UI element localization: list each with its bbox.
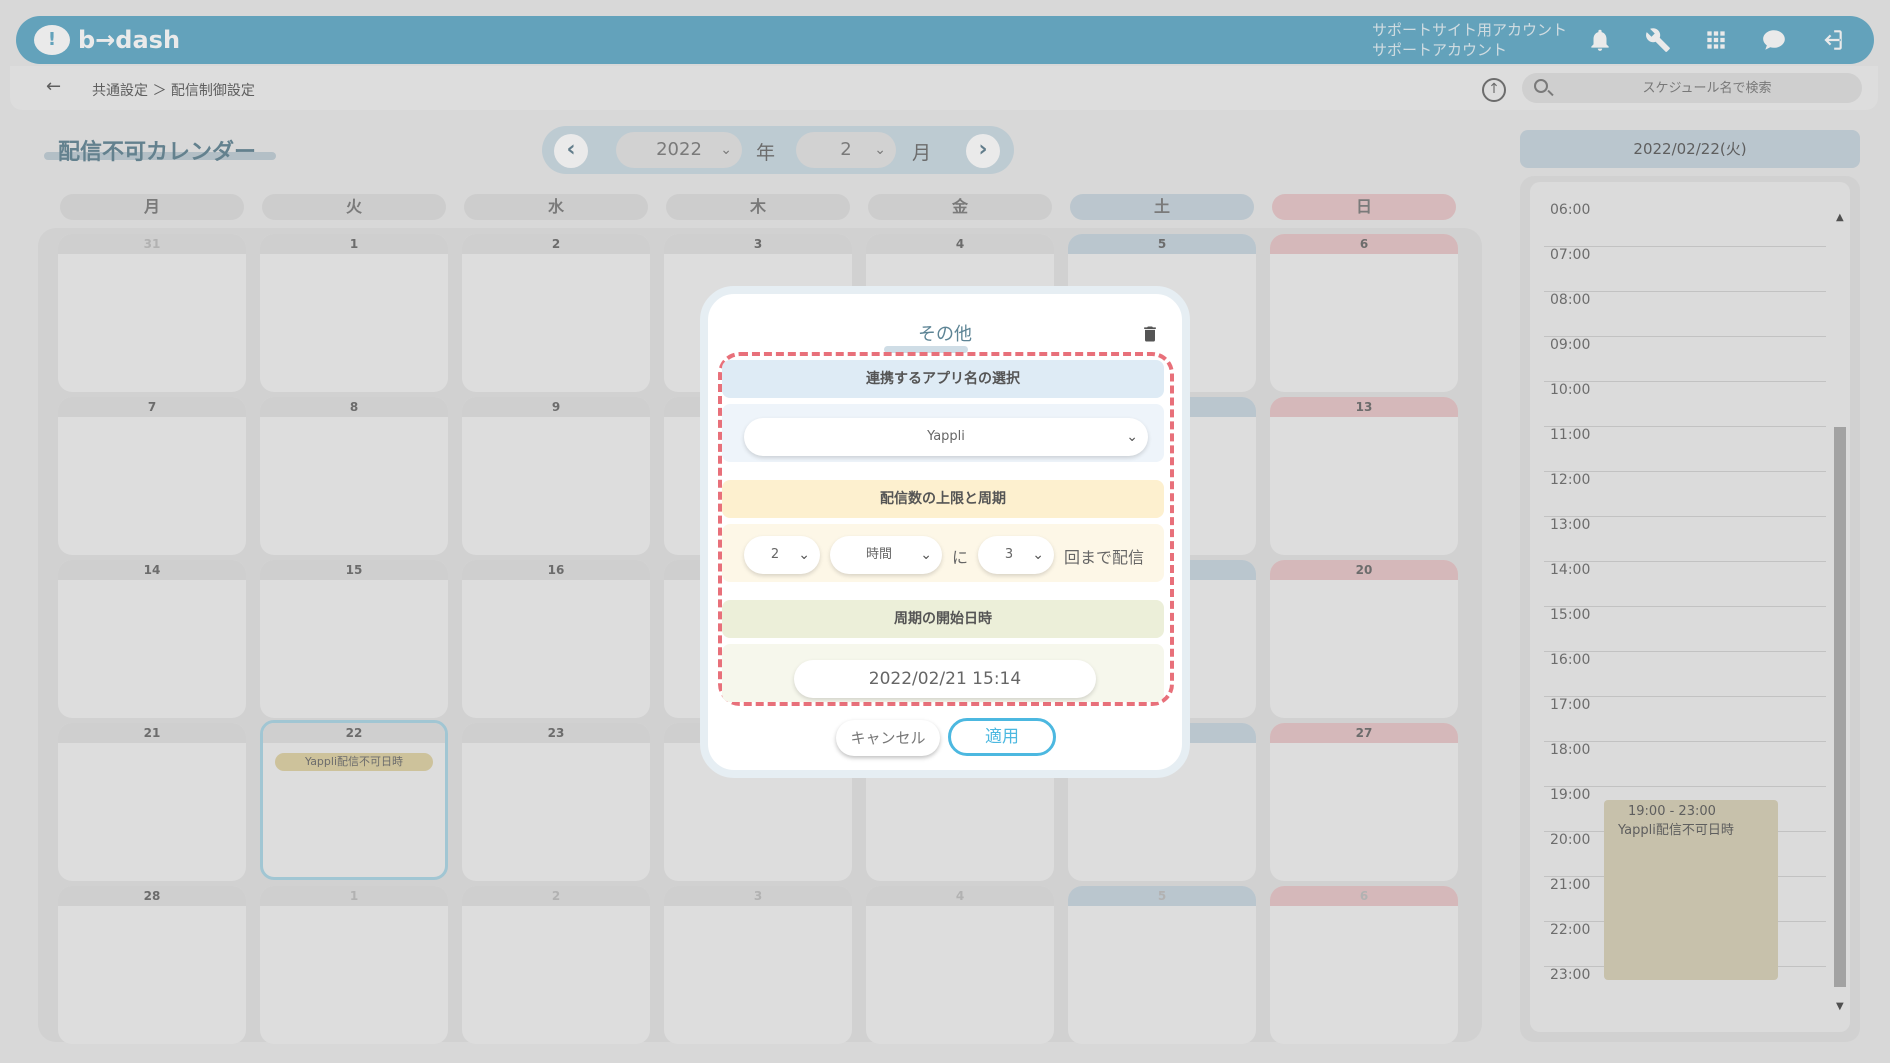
chevron-down-icon: ⌄ (798, 547, 810, 563)
period-unit-select[interactable]: 時間 ⌄ (830, 536, 942, 574)
settings-modal: その他 連携するアプリ名の選択 Yappli ⌄ 配信数の上限と周期 2 ⌄ 時… (700, 286, 1190, 778)
chevron-down-icon: ⌄ (1032, 547, 1044, 563)
chevron-down-icon: ⌄ (920, 547, 932, 563)
cancel-button[interactable]: キャンセル (836, 720, 940, 756)
start-datetime-input[interactable]: 2022/02/21 15:14 (794, 660, 1096, 698)
chevron-down-icon: ⌄ (1126, 429, 1138, 445)
times-select[interactable]: 3 ⌄ (978, 536, 1054, 574)
trash-icon[interactable] (1140, 324, 1160, 344)
start-datetime-header: 周期の開始日時 (722, 600, 1164, 638)
count-select[interactable]: 2 ⌄ (744, 536, 820, 574)
modal-title: その他 (918, 324, 972, 345)
delivery-suffix-label: 回まで配信 (1064, 548, 1145, 567)
limit-header: 配信数の上限と周期 (722, 480, 1164, 518)
ni-label: に (952, 548, 969, 567)
apply-button[interactable]: 適用 (948, 718, 1056, 756)
app-select-value: Yappli (927, 429, 965, 444)
app-select-header: 連携するアプリ名の選択 (722, 360, 1164, 398)
app-select[interactable]: Yappli ⌄ (744, 418, 1148, 456)
